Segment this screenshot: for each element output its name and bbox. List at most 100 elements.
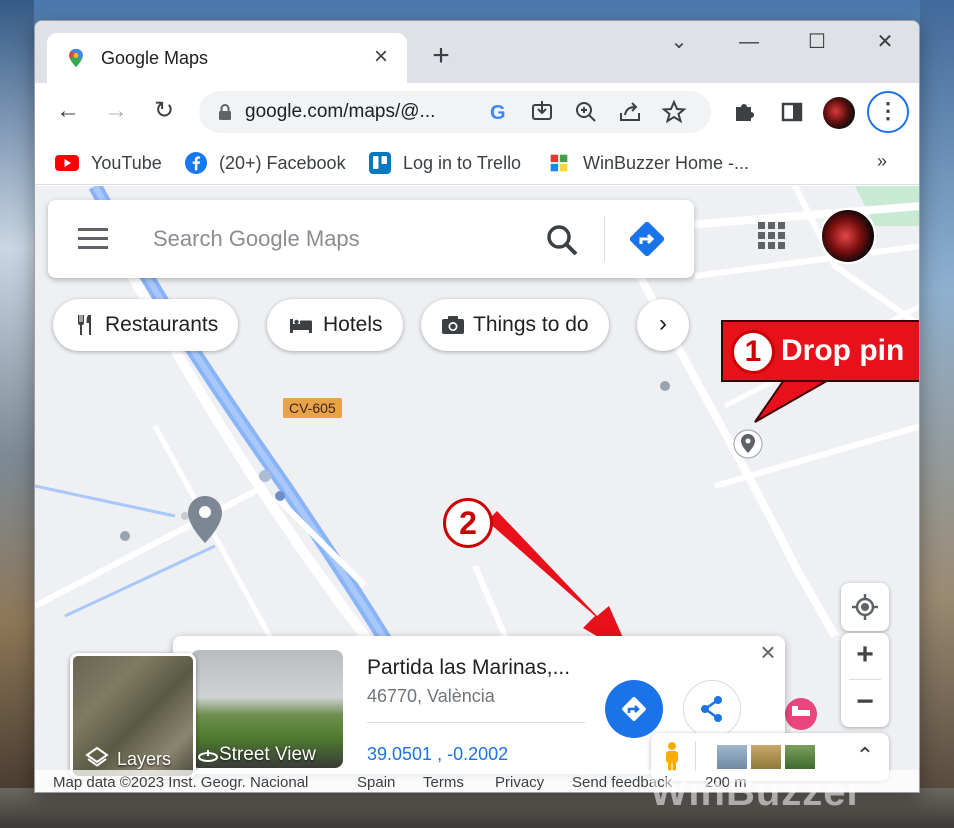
place-coordinates[interactable]: 39.0501 , -0.2002 bbox=[367, 744, 508, 765]
my-location-button[interactable] bbox=[841, 583, 889, 631]
install-app-icon[interactable] bbox=[527, 97, 557, 127]
browser-window: Google Maps × + ⌄ — ☐ ✕ ← → ↻ google.com… bbox=[34, 20, 920, 793]
imagery-thumbnail[interactable] bbox=[785, 745, 815, 769]
tab-google-maps[interactable]: Google Maps × bbox=[47, 33, 407, 83]
browser-menu-button[interactable]: ⋮ bbox=[867, 91, 909, 133]
chip-hotels[interactable]: Hotels bbox=[267, 299, 403, 351]
chip-label: Hotels bbox=[323, 313, 383, 336]
street-view-divider bbox=[695, 741, 696, 773]
bookmarks-bar: YouTube (20+) Facebook Log in to Trello bbox=[35, 141, 919, 185]
directions-icon[interactable] bbox=[626, 218, 668, 260]
directions-button[interactable] bbox=[605, 680, 663, 738]
imagery-thumbnail[interactable] bbox=[717, 745, 747, 769]
lock-icon bbox=[219, 104, 231, 120]
imagery-thumbnail[interactable] bbox=[751, 745, 781, 769]
expand-chevron-up-icon[interactable]: ⌃ bbox=[853, 743, 877, 771]
layers-label: Layers bbox=[117, 749, 172, 769]
street-view-thumbnail[interactable]: Street View bbox=[191, 650, 343, 768]
directions-arrow-icon bbox=[622, 697, 646, 721]
forward-button[interactable]: → bbox=[99, 95, 133, 129]
camera-icon bbox=[442, 316, 464, 334]
google-lens-icon[interactable]: G bbox=[483, 97, 513, 127]
place-name: Partida las Marinas,... bbox=[367, 656, 571, 679]
desktop-background-left bbox=[0, 0, 34, 828]
more-bookmarks-chevron-icon[interactable]: » bbox=[877, 151, 887, 172]
maps-search-box bbox=[48, 200, 694, 278]
street-view-label: Street View bbox=[219, 744, 316, 765]
bookmark-trello[interactable]: Log in to Trello bbox=[369, 149, 521, 177]
zoom-icon[interactable] bbox=[571, 97, 601, 127]
new-tab-button[interactable]: + bbox=[427, 41, 455, 71]
bookmark-label: (20+) Facebook bbox=[219, 152, 346, 173]
share-page-icon[interactable] bbox=[615, 97, 645, 127]
place-address: 46770, València bbox=[367, 686, 495, 706]
google-maps-favicon-icon bbox=[69, 48, 83, 68]
browser-toolbar: ← → ↻ google.com/maps/@... G ⋮ bbox=[35, 83, 919, 141]
bookmark-youtube[interactable]: YouTube bbox=[55, 149, 162, 177]
close-card-icon[interactable]: × bbox=[755, 639, 781, 666]
share-icon bbox=[701, 696, 722, 722]
menu-hamburger-icon[interactable] bbox=[78, 227, 110, 251]
svg-text:G: G bbox=[490, 102, 506, 124]
maps-search-input[interactable] bbox=[153, 222, 523, 256]
annotation-text: Drop pin bbox=[781, 334, 905, 367]
reload-button[interactable]: ↻ bbox=[147, 95, 181, 129]
footer-terms-link[interactable]: Terms bbox=[423, 774, 464, 791]
dropped-pin-icon[interactable] bbox=[733, 429, 763, 459]
annotation-number-2: 2 bbox=[443, 498, 493, 548]
zoom-in-button[interactable]: + bbox=[841, 633, 889, 679]
url-text[interactable]: google.com/maps/@... bbox=[245, 101, 461, 123]
crosshair-icon bbox=[852, 594, 878, 620]
tab-search-chevron-down-icon[interactable]: ⌄ bbox=[661, 29, 697, 57]
chip-restaurants[interactable]: Restaurants bbox=[53, 299, 239, 351]
google-apps-grid-icon[interactable] bbox=[757, 221, 787, 251]
back-button[interactable]: ← bbox=[51, 95, 85, 129]
profile-avatar[interactable] bbox=[823, 97, 855, 129]
extensions-puzzle-icon[interactable] bbox=[729, 97, 759, 127]
bookmark-winbuzzer[interactable]: WinBuzzer Home -... bbox=[547, 149, 749, 177]
street-view-rotate-icon bbox=[198, 750, 218, 762]
annotation-number-1: 1 bbox=[731, 330, 775, 374]
search-icon[interactable] bbox=[542, 220, 582, 260]
maximize-button[interactable]: ☐ bbox=[799, 29, 835, 57]
bookmark-star-icon[interactable] bbox=[659, 97, 689, 127]
road-label-cv605: CV-605 bbox=[283, 398, 342, 418]
footer-country-link[interactable]: Spain bbox=[357, 774, 395, 791]
chip-label: Restaurants bbox=[105, 313, 219, 336]
youtube-icon bbox=[55, 155, 79, 171]
minimize-button[interactable]: — bbox=[731, 29, 767, 57]
layers-button[interactable]: Layers bbox=[70, 653, 196, 779]
close-window-button[interactable]: ✕ bbox=[867, 29, 903, 57]
pegman-icon[interactable] bbox=[661, 741, 683, 773]
tab-title: Google Maps bbox=[101, 47, 209, 68]
side-panel-icon[interactable] bbox=[777, 97, 807, 127]
hotel-marker-icon[interactable] bbox=[785, 698, 817, 730]
footer-privacy-link[interactable]: Privacy bbox=[495, 774, 544, 791]
facebook-icon bbox=[185, 152, 207, 174]
winbuzzer-icon bbox=[550, 154, 568, 172]
layers-icon bbox=[85, 746, 109, 767]
desktop-background-right bbox=[920, 0, 954, 828]
map-canvas[interactable]: Restaurants Hotels Things to do › CV-605 bbox=[35, 186, 919, 792]
chip-things-to-do[interactable]: Things to do bbox=[421, 299, 609, 351]
bookmark-label: YouTube bbox=[91, 152, 162, 173]
place-divider bbox=[367, 722, 585, 723]
tab-close-icon[interactable]: × bbox=[369, 45, 393, 70]
address-bar[interactable]: google.com/maps/@... G bbox=[199, 91, 711, 133]
bookmark-label: WinBuzzer Home -... bbox=[583, 152, 750, 173]
winbuzzer-watermark: WinBuzzer bbox=[650, 770, 864, 814]
bookmark-facebook[interactable]: (20+) Facebook bbox=[185, 149, 346, 177]
bookmark-label: Log in to Trello bbox=[403, 152, 522, 173]
annotation-drop-pin: 1 Drop pin bbox=[721, 320, 919, 382]
search-divider bbox=[604, 216, 605, 262]
zoom-out-button[interactable]: − bbox=[841, 680, 889, 726]
chip-label: Things to do bbox=[473, 313, 589, 336]
map-data-attribution: Map data ©2023 Inst. Geogr. Nacional bbox=[53, 774, 309, 791]
account-avatar[interactable] bbox=[820, 208, 876, 264]
zoom-controls: + − bbox=[841, 633, 889, 727]
trello-icon bbox=[369, 152, 391, 174]
share-button[interactable] bbox=[683, 680, 741, 738]
bed-icon bbox=[290, 319, 312, 333]
title-bar: Google Maps × + ⌄ — ☐ ✕ bbox=[35, 21, 919, 83]
chips-next-chevron-icon[interactable]: › bbox=[637, 299, 689, 351]
